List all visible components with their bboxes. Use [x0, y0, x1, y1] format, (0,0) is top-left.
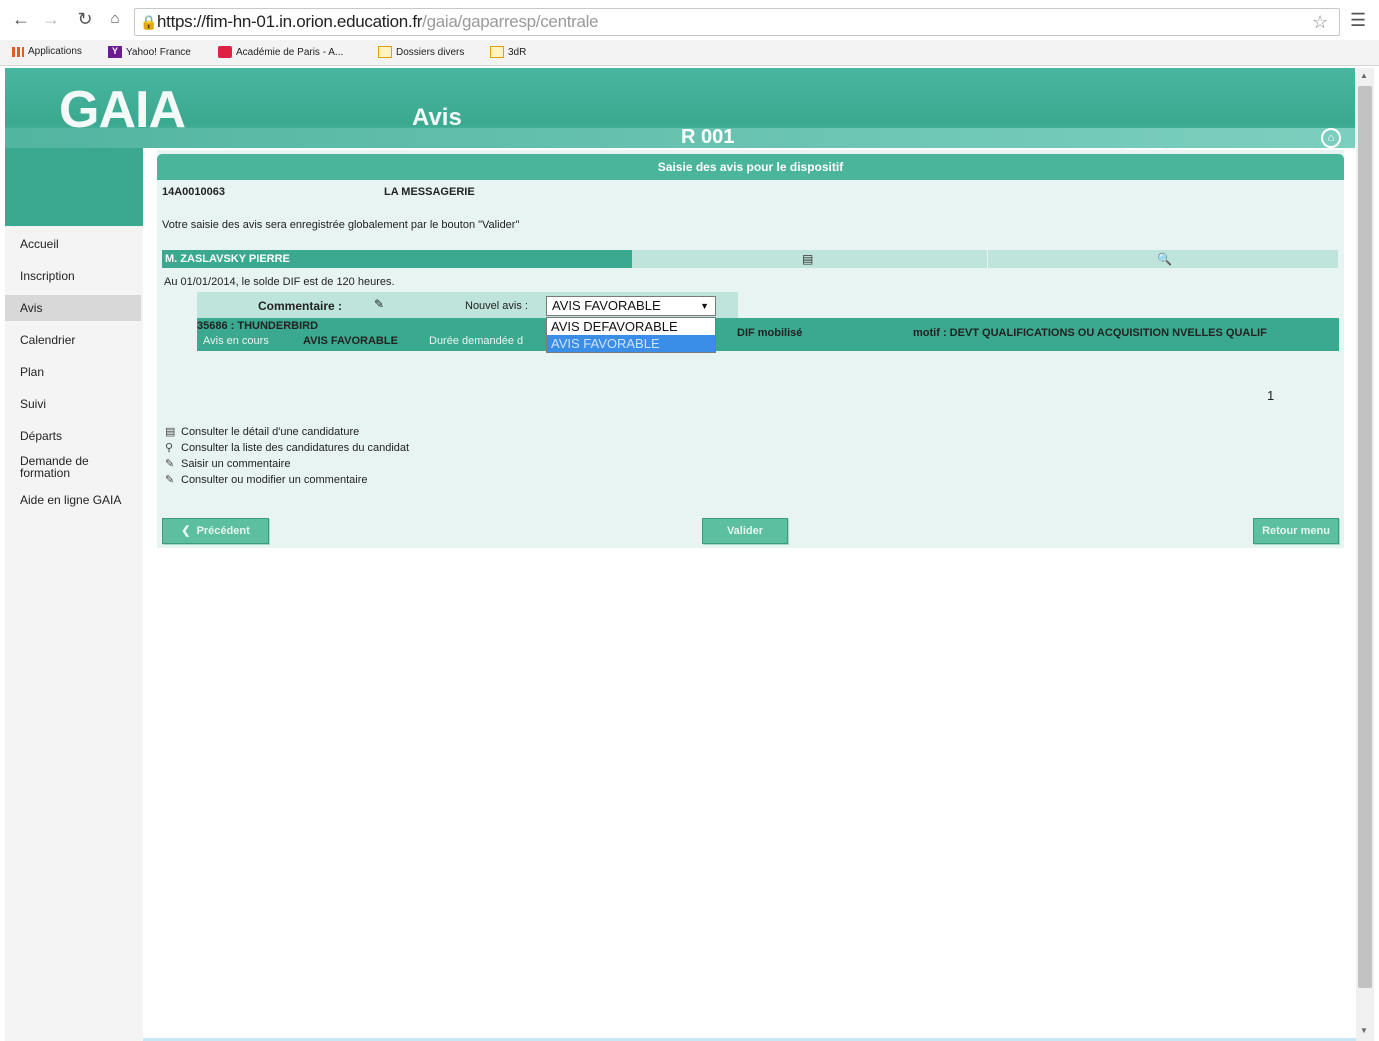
legend-item: ✎ Consulter ou modifier un commentaire [165, 473, 367, 486]
edit-comment-icon: ✎ [165, 474, 175, 486]
module-name: 35686 : THUNDERBIRD [197, 320, 319, 332]
dispositif-name: LA MESSAGERIE [384, 186, 475, 198]
validate-button[interactable]: Valider [702, 518, 788, 544]
current-avis-value: AVIS FAVORABLE [303, 335, 398, 347]
sidebar-item-avis[interactable]: Avis [5, 295, 141, 321]
page-number[interactable]: 1 [1267, 388, 1274, 403]
url-host: https://fim-hn-01.in.orion.education.fr [157, 12, 423, 31]
folder-icon [378, 46, 392, 58]
option-avis-favorable[interactable]: AVIS FAVORABLE [547, 335, 715, 352]
sidebar-item-calendrier[interactable]: Calendrier [20, 333, 75, 347]
scrollbar-thumb[interactable] [1358, 86, 1372, 988]
sidebar-item-aide[interactable]: Aide en ligne GAIA [20, 493, 121, 507]
save-notice: Votre saisie des avis sera enregistrée g… [162, 219, 520, 231]
legend-text: Consulter le détail d'une candidature [181, 426, 360, 438]
sidebar-item-demande-formation[interactable]: Demande de formation [20, 455, 120, 479]
gaia-logo: GAIA [59, 81, 186, 139]
previous-button[interactable]: ❮ Précédent [162, 518, 269, 544]
legend-item: ⚲ Consulter la liste des candidatures du … [165, 441, 409, 454]
avis-select[interactable]: AVIS FAVORABLE ▼ [546, 296, 716, 316]
sidebar-item-plan[interactable]: Plan [20, 365, 44, 379]
candidature-detail-icon[interactable]: ▤ [802, 252, 813, 266]
screen-code: R 001 [681, 126, 735, 148]
dispositif-id: 14A0010063 [162, 186, 226, 198]
magnifier-icon: ⚲ [165, 442, 174, 454]
bookmark-label: 3dR [508, 46, 527, 58]
back-menu-button[interactable]: Retour menu [1253, 518, 1339, 544]
bookmark-3dr[interactable]: 3dR [490, 46, 526, 58]
forward-arrow-icon[interactable]: → [40, 8, 62, 30]
home-icon[interactable]: ⌂ [104, 8, 126, 30]
banner-bar [5, 128, 1355, 148]
bookmarks-bar: Applications Y Yahoo! France Académie de… [0, 40, 1379, 66]
page-banner: GAIA Avis R 001 ⌂ [5, 68, 1355, 148]
sidebar-header [5, 148, 143, 226]
browser-toolbar: ← → ↻ ⌂ 🔒 https://fim-hn-01.in.orion.edu… [0, 0, 1379, 40]
previous-button-label: Précédent [196, 525, 250, 537]
address-bar[interactable]: 🔒 https://fim-hn-01.in.orion.education.f… [134, 8, 1340, 36]
sidebar: Accueil Inscription Avis Calendrier Plan… [5, 226, 143, 1041]
avis-dropdown-list: AVIS DEFAVORABLE AVIS FAVORABLE [546, 317, 716, 353]
bookmark-label: Applications [28, 46, 82, 57]
folder-icon [490, 46, 504, 58]
sidebar-item-inscription[interactable]: Inscription [20, 269, 75, 283]
sidebar-item-accueil[interactable]: Accueil [20, 237, 59, 251]
comment-label: Commentaire : [258, 299, 343, 313]
scroll-down-icon[interactable]: ▼ [1360, 1026, 1368, 1035]
candidature-detail-icon: ▤ [165, 426, 176, 438]
legend-text: Saisir un commentaire [181, 458, 291, 470]
sidebar-item-departs[interactable]: Départs [20, 429, 62, 443]
page-scrollbar[interactable]: ▲ ▼ [1356, 68, 1374, 1041]
section-title: Avis [412, 104, 462, 131]
magnifier-icon[interactable]: 🔍 [1157, 252, 1172, 266]
apps-grid-icon [12, 46, 24, 57]
dif-balance: Au 01/01/2014, le solde DIF est de 120 h… [164, 276, 395, 288]
dispositif-row: 35686 : THUNDERBIRD Avis en cours AVIS F… [197, 318, 1339, 351]
legend-item: ✎ Saisir un commentaire [165, 457, 290, 470]
back-arrow-icon[interactable]: ← [10, 8, 32, 30]
url-path: /gaia/gaparresp/centrale [422, 12, 599, 31]
menu-icon[interactable]: ☰ [1350, 10, 1366, 31]
bookmark-label: Yahoo! France [126, 46, 191, 58]
dropdown-arrow-icon: ▼ [700, 301, 709, 311]
bookmark-label: Académie de Paris - A... [236, 46, 344, 58]
sidebar-item-suivi[interactable]: Suivi [20, 397, 46, 411]
option-avis-defavorable[interactable]: AVIS DEFAVORABLE [547, 318, 715, 335]
pencil-icon[interactable]: ✎ [374, 297, 384, 311]
bookmark-dossiers[interactable]: Dossiers divers [378, 46, 464, 58]
new-avis-label: Nouvel avis : [465, 300, 528, 312]
reload-icon[interactable]: ↻ [74, 8, 96, 30]
chevron-left-icon: ❮ [181, 525, 191, 537]
candidate-name: M. ZASLAVSKY PIERRE [162, 250, 632, 268]
lock-icon: 🔒 [140, 14, 158, 30]
divider [987, 250, 988, 268]
dif-mobilise: DIF mobilisé [737, 327, 803, 339]
scroll-up-icon[interactable]: ▲ [1360, 71, 1368, 80]
bookmark-applications[interactable]: Applications [12, 46, 82, 57]
current-avis-label: Avis en cours [203, 335, 269, 347]
avis-select-value: AVIS FAVORABLE [552, 298, 661, 313]
pencil-icon: ✎ [165, 458, 175, 470]
legend-item: ▤ Consulter le détail d'une candidature [165, 425, 359, 438]
bookmark-academie[interactable]: Académie de Paris - A... [218, 46, 343, 58]
legend-text: Consulter la liste des candidatures du c… [181, 442, 410, 454]
bookmark-star-icon[interactable]: ☆ [1312, 12, 1328, 33]
legend-text: Consulter ou modifier un commentaire [181, 474, 368, 486]
motif: motif : DEVT QUALIFICATIONS OU ACQUISITI… [913, 327, 1267, 339]
main-panel: Saisie des avis pour le dispositif 14A00… [157, 150, 1344, 548]
duration-label: Durée demandée d [429, 335, 524, 347]
yahoo-icon: Y [108, 46, 122, 58]
bookmark-yahoo[interactable]: Y Yahoo! France [108, 46, 191, 58]
home-circle-icon[interactable]: ⌂ [1321, 128, 1341, 148]
bookmark-label: Dossiers divers [396, 46, 465, 58]
panel-title: Saisie des avis pour le dispositif [157, 154, 1344, 180]
candidate-bar: M. ZASLAVSKY PIERRE ▤ 🔍 [162, 250, 1338, 268]
academie-icon [218, 46, 232, 58]
